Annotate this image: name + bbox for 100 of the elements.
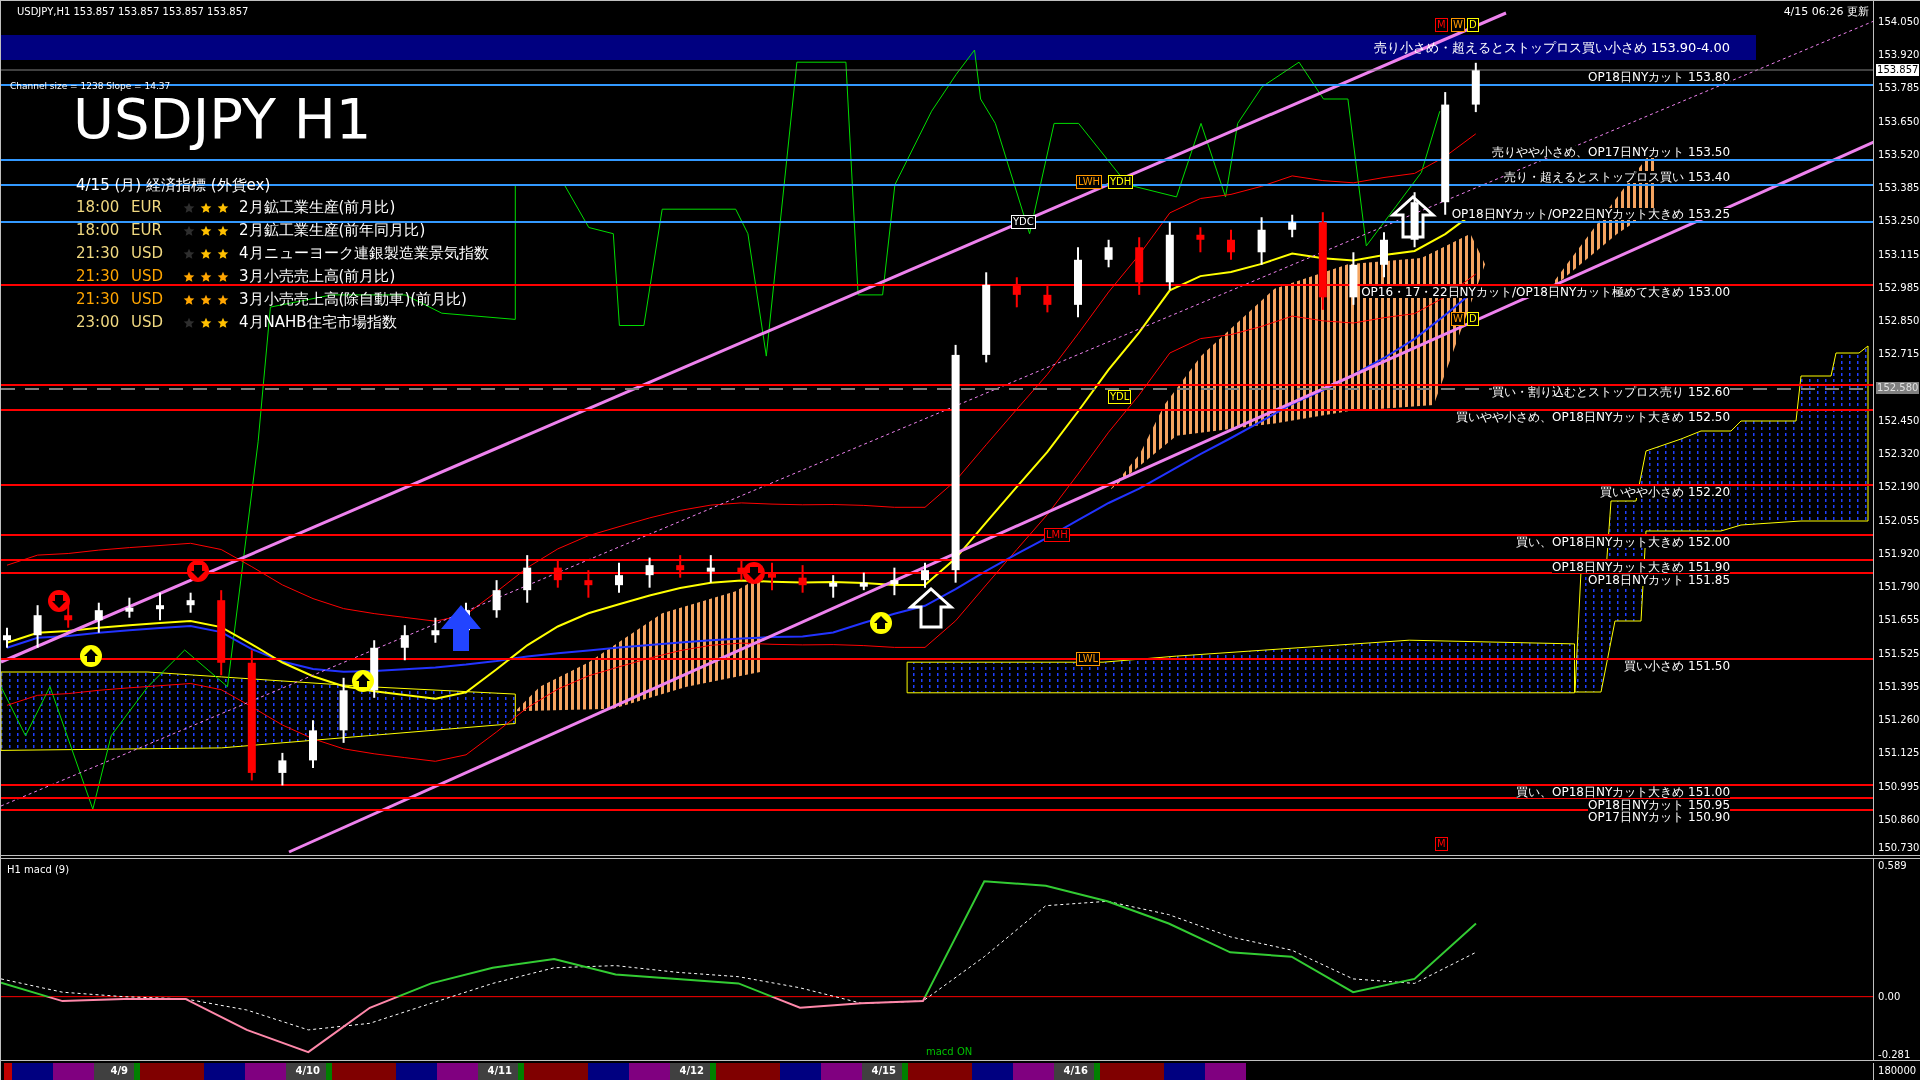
date-label: 4/9: [94, 1063, 134, 1080]
date-label: 4/10: [286, 1063, 326, 1080]
session-segment: [1205, 1063, 1246, 1080]
event-time: 23:00: [76, 312, 121, 334]
star-icon: [217, 201, 229, 214]
level-label: 買い小さめ 151.50: [1624, 660, 1731, 672]
level-label: 買い・割り込むとストップロス売り 152.60: [1492, 386, 1731, 398]
macd-tick: 0.589: [1878, 860, 1907, 872]
candle: [1165, 221, 1174, 291]
star-icon: [183, 247, 195, 260]
price-tick: 151.125: [1878, 747, 1920, 760]
price-tick: 151.655: [1878, 614, 1920, 627]
price-tick: 150.730: [1878, 842, 1920, 854]
level-tag: LMH: [1044, 528, 1070, 542]
event-time: 21:30: [76, 266, 121, 288]
star-icon: [217, 270, 229, 283]
candle: [1012, 276, 1021, 309]
symbol-quote: USDJPY,H1 153.857 153.857 153.857 153.857: [17, 5, 249, 19]
level-label: 買い、OP18日NYカット大きめ 152.00: [1515, 536, 1731, 548]
price-tick: 152.320: [1878, 448, 1920, 461]
session-segment: [629, 1063, 670, 1080]
event-time: 18:00: [76, 197, 121, 219]
level-tag: W: [1451, 18, 1465, 32]
level-tag: D: [1467, 18, 1479, 32]
candle: [309, 719, 317, 769]
event-time: 18:00: [76, 220, 121, 242]
indicator-status: macd ON: [926, 1046, 973, 1058]
candle: [890, 566, 899, 597]
candle: [186, 591, 195, 614]
star-icon: [200, 293, 212, 306]
event-time: 21:30: [76, 289, 121, 311]
candle: [1410, 191, 1419, 249]
candle: [768, 561, 776, 592]
event-currency: USD: [131, 289, 165, 311]
candle: [431, 616, 440, 644]
up-signal-icon: [80, 645, 102, 667]
candle: [523, 554, 532, 604]
level-tag: LWL: [1076, 652, 1101, 666]
macd-tick: 0.00: [1878, 991, 1901, 1003]
session-segment: [437, 1063, 478, 1080]
price-tick: 153.920: [1878, 49, 1920, 62]
candle: [584, 569, 593, 599]
event-name: 4月NAHB住宅市場指数: [239, 312, 397, 334]
update-time: 4/15 06:26 更新: [1783, 4, 1870, 20]
star-icon: [217, 224, 229, 237]
price-tick: 151.790: [1878, 581, 1920, 594]
session-segment: [1013, 1063, 1054, 1080]
event-name: 2月鉱工業生産(前月比): [239, 197, 396, 219]
price-tick: 152.055: [1878, 514, 1920, 527]
candle: [1349, 251, 1358, 306]
macd-tick: -0.281: [1878, 1049, 1911, 1061]
event-currency: EUR: [131, 197, 163, 219]
level-label: OP18日NYカット 150.95: [1587, 799, 1731, 811]
level-label: OP17日NYカット 150.90: [1587, 811, 1731, 823]
date-label: 4/15: [862, 1063, 902, 1080]
star-icon: [183, 224, 195, 237]
level-tag: LWH: [1076, 175, 1103, 189]
price-tick: 150.995: [1878, 780, 1920, 793]
session-segment: [53, 1063, 94, 1080]
price-tick: 151.395: [1878, 680, 1920, 693]
candle: [33, 604, 42, 649]
event-name: 3月小売売上高(前月比): [239, 266, 396, 288]
level-label: OP16・17・22日NYカット/OP18日NYカット極めて大きめ 153.00: [1361, 286, 1731, 298]
candle: [156, 591, 164, 622]
candle: [706, 554, 715, 584]
level-tag: D: [1467, 312, 1479, 326]
price-tick: 152.850: [1878, 315, 1920, 328]
current-price-badge: 153.857: [1876, 64, 1920, 76]
level-label: 売り・超えるとストップロス買い 153.40: [1504, 171, 1731, 183]
level-tag: M: [1435, 18, 1448, 32]
price-tick: 151.260: [1878, 714, 1920, 727]
candle: [1471, 61, 1480, 114]
price-tick: 151.920: [1878, 547, 1920, 560]
candle: [339, 676, 348, 744]
scale-label: 180000: [1878, 1065, 1917, 1077]
up-signal-icon: [870, 612, 892, 634]
star-icon: [217, 293, 229, 306]
price-tick: 153.250: [1878, 215, 1920, 228]
price-tick: 153.115: [1878, 248, 1920, 261]
level-label: 売りやや小さめ、OP17日NYカット 153.50: [1491, 146, 1731, 158]
price-tick: 153.650: [1878, 115, 1920, 128]
down-signal-icon: [187, 560, 209, 582]
up-signal-icon: [352, 670, 374, 692]
candle: [125, 596, 134, 619]
star-icon: [183, 293, 195, 306]
level-label: OP18日NYカット大きめ 151.90: [1551, 561, 1731, 573]
price-tick: 153.385: [1878, 182, 1920, 195]
event-currency: EUR: [131, 220, 163, 242]
star-icon: [183, 316, 195, 329]
level-label: OP18日NYカット 151.85: [1587, 574, 1731, 586]
candle: [278, 751, 287, 787]
event-name: 2月鉱工業生産(前年同月比): [239, 220, 426, 242]
candle: [1288, 213, 1297, 239]
candle: [829, 574, 838, 599]
down-signal-icon: [743, 562, 765, 584]
session-segment: [821, 1063, 862, 1080]
star-icon: [200, 247, 212, 260]
down-signal-icon: [48, 590, 70, 612]
event-name: 4月ニューヨーク連銀製造業景気指数: [239, 243, 489, 265]
event-currency: USD: [131, 312, 165, 334]
